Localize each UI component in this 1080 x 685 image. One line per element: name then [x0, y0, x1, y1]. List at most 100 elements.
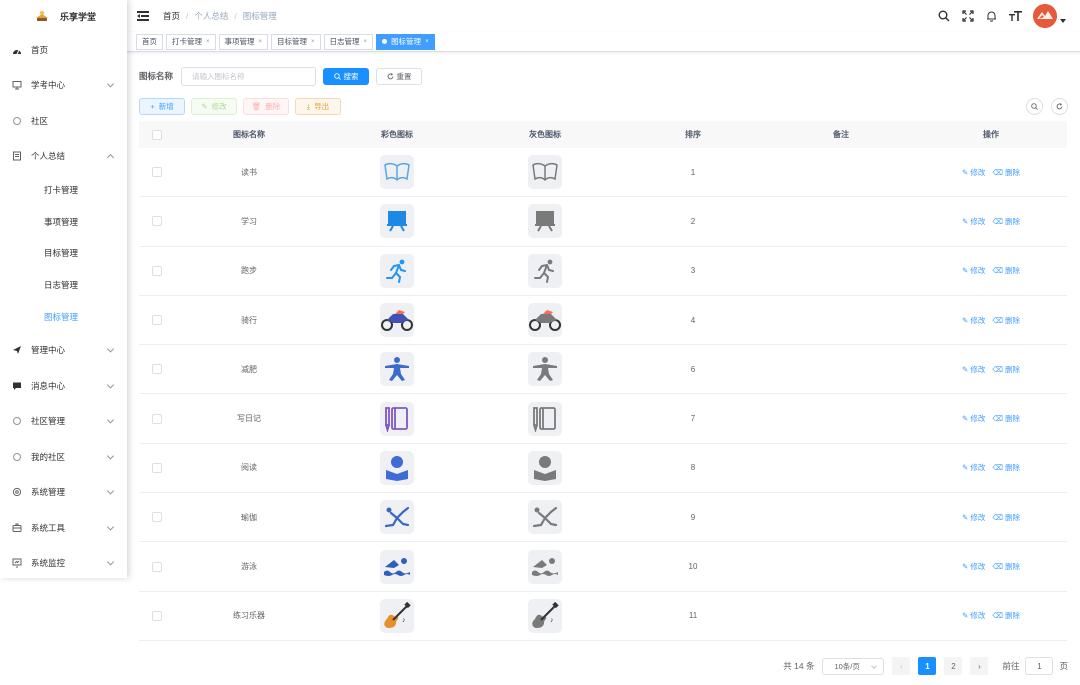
bell-icon[interactable]: [985, 10, 998, 23]
export-button[interactable]: ⤓ 导出: [295, 98, 341, 115]
sidebar-subitem-0[interactable]: 打卡管理: [0, 174, 127, 206]
row-edit-button[interactable]: ✎ 修改: [962, 167, 985, 178]
row-edit-label: 修改: [970, 315, 986, 325]
sidebar-item-2[interactable]: 社区: [0, 103, 127, 139]
close-icon[interactable]: ×: [364, 39, 368, 45]
row-checkbox[interactable]: [152, 610, 162, 621]
sidebar-item-9[interactable]: 系统工具: [0, 510, 127, 546]
logo[interactable]: 乐享学堂: [0, 0, 127, 32]
row-checkbox[interactable]: [152, 462, 162, 473]
row-delete-label: 删除: [1004, 216, 1020, 226]
tab-1[interactable]: 打卡管理 ×: [166, 33, 216, 50]
row-checkbox[interactable]: [152, 315, 162, 326]
row-edit-button[interactable]: ✎ 修改: [962, 315, 985, 326]
edit-button[interactable]: ✎ 修改: [191, 98, 237, 115]
icon-name-cell: 写日记: [237, 414, 261, 424]
sidebar-item-3[interactable]: 个人总结: [0, 139, 127, 175]
close-icon[interactable]: ×: [311, 39, 315, 45]
table-row: 游泳 10 ✎ 修改 ⌫ 删除: [139, 542, 1067, 592]
row-delete-button[interactable]: ⌫ 删除: [992, 413, 1020, 424]
row-checkbox[interactable]: [152, 561, 162, 572]
page-button-1[interactable]: 1: [918, 657, 937, 675]
reading-person-icon: [528, 450, 562, 485]
tab-0[interactable]: 首页: [136, 33, 163, 50]
row-edit-button[interactable]: ✎ 修改: [962, 462, 985, 473]
row-delete-button[interactable]: ⌫ 删除: [992, 610, 1020, 621]
sidebar-subitem-4[interactable]: 图标管理: [0, 301, 127, 333]
icon-name-cell: 跑步: [241, 266, 257, 276]
sidebar-subitem-1[interactable]: 事项管理: [0, 206, 127, 238]
hamburger-icon[interactable]: [137, 11, 149, 21]
sidebar-item-8[interactable]: 系统管理: [0, 474, 127, 510]
row-delete-button[interactable]: ⌫ 删除: [992, 167, 1020, 178]
sidebar-item-5[interactable]: 消息中心: [0, 368, 127, 404]
sidebar-item-10[interactable]: 系统监控: [0, 545, 127, 581]
sidebar-subitem-2[interactable]: 目标管理: [0, 237, 127, 269]
row-edit-button[interactable]: ✎ 修改: [962, 413, 985, 424]
next-page-button[interactable]: ›: [970, 657, 989, 675]
row-edit-button[interactable]: ✎ 修改: [962, 561, 985, 572]
row-delete-button[interactable]: ⌫ 删除: [992, 216, 1020, 227]
breadcrumb-home[interactable]: 首页: [163, 10, 180, 22]
close-icon[interactable]: ×: [259, 39, 263, 45]
sidebar-item-7[interactable]: 我的社区: [0, 439, 127, 475]
sidebar-subitem-3[interactable]: 日志管理: [0, 269, 127, 301]
search-button[interactable]: 搜索: [323, 67, 370, 85]
row-delete-button[interactable]: ⌫ 删除: [992, 512, 1020, 523]
goto-page-input[interactable]: [1025, 657, 1054, 675]
color-icon-cell: [323, 549, 471, 584]
close-icon[interactable]: ×: [425, 39, 429, 45]
row-edit-label: 修改: [970, 512, 986, 522]
sidebar-item-6[interactable]: 社区管理: [0, 403, 127, 439]
row-delete-button[interactable]: ⌫ 删除: [992, 265, 1020, 276]
tab-4[interactable]: 日志管理 ×: [323, 33, 374, 50]
reset-button[interactable]: 重置: [376, 67, 423, 85]
close-icon[interactable]: ×: [206, 39, 210, 45]
table-row: 写日记 7 ✎ 修改 ⌫ 删除: [139, 394, 1067, 444]
prev-page-button[interactable]: ‹: [892, 657, 911, 675]
row-checkbox-cell: [139, 561, 175, 572]
table-row: 跑步 3 ✎ 修改 ⌫ 删除: [139, 247, 1067, 296]
row-delete-button[interactable]: ⌫ 删除: [992, 561, 1020, 572]
toggle-search-button[interactable]: [1026, 98, 1043, 115]
row-delete-button[interactable]: ⌫ 删除: [992, 364, 1020, 375]
row-checkbox[interactable]: [152, 512, 162, 523]
icon-name-input[interactable]: [181, 66, 317, 86]
tab-5[interactable]: 图标管理 ×: [376, 33, 435, 50]
row-edit-button[interactable]: ✎ 修改: [962, 265, 985, 276]
select-all-checkbox[interactable]: [152, 129, 162, 140]
fullscreen-icon[interactable]: [961, 10, 974, 23]
sidebar-item-1[interactable]: 学考中心: [0, 68, 127, 104]
add-button[interactable]: + 新增: [139, 98, 185, 115]
row-edit-button[interactable]: ✎ 修改: [962, 364, 985, 375]
guitar-icon: ♪: [380, 598, 414, 633]
refresh-button[interactable]: [1051, 98, 1068, 115]
row-checkbox[interactable]: [152, 265, 162, 276]
tab-2[interactable]: 事项管理 ×: [218, 33, 269, 50]
row-delete-button[interactable]: ⌫ 删除: [992, 462, 1020, 473]
icon-name-cell: 练习乐器: [233, 611, 265, 621]
message-icon: [12, 381, 22, 391]
row-edit-button[interactable]: ✎ 修改: [962, 512, 985, 523]
row-delete-button[interactable]: ⌫ 删除: [992, 315, 1020, 326]
page-size-select[interactable]: 10条/页: [822, 657, 885, 675]
sidebar-item-4[interactable]: 管理中心: [0, 332, 127, 368]
row-checkbox[interactable]: [152, 167, 162, 178]
row-checkbox-cell: [139, 413, 175, 424]
delete-button[interactable]: 🗑︎ 删除: [243, 98, 289, 115]
gray-icon-cell: [471, 549, 619, 584]
row-checkbox[interactable]: [152, 216, 162, 227]
avatar[interactable]: [1033, 4, 1057, 28]
caret-down-icon[interactable]: [1060, 19, 1066, 23]
row-checkbox[interactable]: [152, 413, 162, 424]
row-checkbox[interactable]: [152, 364, 162, 375]
search-icon[interactable]: [937, 10, 950, 23]
font-size-icon[interactable]: [1009, 10, 1022, 23]
row-edit-button[interactable]: ✎ 修改: [962, 216, 985, 227]
tab-3[interactable]: 目标管理 ×: [271, 33, 321, 50]
row-edit-button[interactable]: ✎ 修改: [962, 610, 985, 621]
row-delete-label: 删除: [1004, 414, 1020, 424]
icon-name-cell: 读书: [241, 167, 257, 177]
page-button-2[interactable]: 2: [944, 657, 963, 675]
sidebar-item-0[interactable]: 首页: [0, 32, 127, 68]
